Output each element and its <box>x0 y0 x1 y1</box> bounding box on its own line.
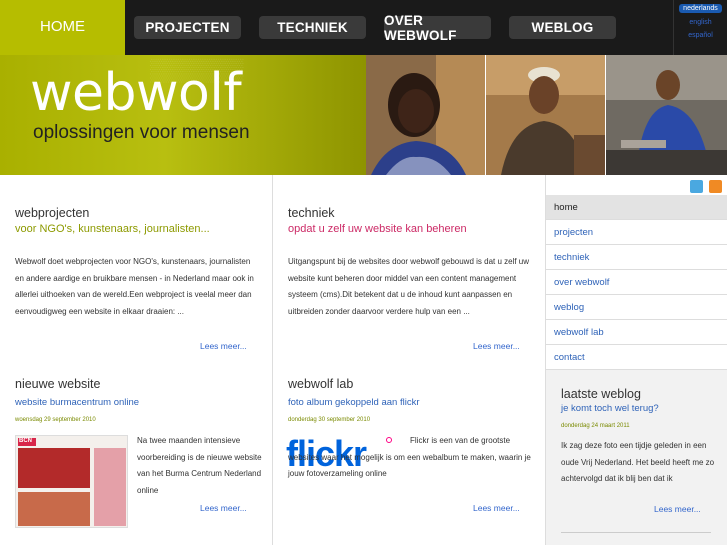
banner-photo-man <box>486 55 605 175</box>
section-subtitle-techniek: opdat u zelf uw website kan beheren <box>288 223 467 235</box>
section-subtitle-webwolf-lab[interactable]: foto album gekoppeld aan flickr <box>288 397 420 408</box>
sidebar-item-webwolf-lab[interactable]: webwolf lab <box>546 320 727 345</box>
read-more-link-webwolf-lab[interactable]: Lees meer... <box>473 503 520 513</box>
post-date: donderdag 30 september 2010 <box>288 417 371 423</box>
rss-icon[interactable] <box>709 180 722 193</box>
sidebar-item-home[interactable]: home <box>546 195 727 220</box>
header-banner: ▒▒▒▒▒▒ webwolf oplossingen voor mensen <box>0 55 727 175</box>
section-subtitle-nieuwe-website[interactable]: website burmacentrum online <box>15 397 139 408</box>
burma-centrum-thumbnail[interactable]: BCN <box>15 435 128 528</box>
twitter-icon[interactable] <box>690 180 703 193</box>
section-body-nieuwe-website: Na twee maanden intensieve voorbereiding… <box>137 436 262 495</box>
lang-espanol[interactable]: español <box>674 32 727 39</box>
weblog-title: laatste weblog <box>561 387 641 401</box>
sidebar-item-weblog[interactable]: weblog <box>546 295 727 320</box>
language-selector: nederlands english español <box>673 0 727 55</box>
post-date: woensdag 29 september 2010 <box>15 417 96 423</box>
top-navigation: HOME PROJECTEN TECHNIEK OVER WEBWOLF WEB… <box>0 0 727 55</box>
read-more-link-nieuwe-website[interactable]: Lees meer... <box>200 503 247 513</box>
site-tagline: oplossingen voor mensen <box>33 122 250 143</box>
section-body-techniek: Uitgangspunt bij de websites door webwol… <box>288 257 530 316</box>
sidebar-item-contact[interactable]: contact <box>546 345 727 370</box>
section-title-techniek: techniek <box>288 206 335 220</box>
section-title-nieuwe-website: nieuwe website <box>15 377 101 391</box>
nav-projecten[interactable]: PROJECTEN <box>134 16 241 39</box>
lang-english[interactable]: english <box>674 19 727 26</box>
read-more-link-techniek[interactable]: Lees meer... <box>473 341 520 351</box>
nav-techniek[interactable]: TECHNIEK <box>259 16 366 39</box>
section-body-webprojecten: Webwolf doet webprojecten voor NGO's, ku… <box>15 257 254 316</box>
divider <box>561 532 711 533</box>
thumbnail-sidebar <box>94 448 126 526</box>
column-techniek: techniek opdat u zelf uw website kan beh… <box>273 175 546 545</box>
bcn-logo: BCN <box>18 438 36 446</box>
section-body-webwolf-lab: Flickr is een van de grootste websites w… <box>288 436 531 478</box>
sidebar-item-techniek[interactable]: techniek <box>546 245 727 270</box>
read-more-link-webprojecten[interactable]: Lees meer... <box>200 341 247 351</box>
site-logo[interactable]: webwolf <box>30 63 242 123</box>
sidebar: home projecten techniek over webwolf web… <box>546 175 727 545</box>
latest-weblog-box: laatste weblog je komt toch wel terug? d… <box>546 370 727 545</box>
weblog-date: donderdag 24 maart 2011 <box>561 423 630 429</box>
weblog-subtitle[interactable]: je komt toch wel terug? <box>561 403 659 414</box>
thumbnail-photo <box>18 448 90 488</box>
sidebar-item-projecten[interactable]: projecten <box>546 220 727 245</box>
banner-photo-woman <box>366 55 485 175</box>
brand-panel: ▒▒▒▒▒▒ webwolf oplossingen voor mensen <box>0 55 366 175</box>
weblog-body: Ik zag deze foto een tijdje geleden in e… <box>561 441 715 483</box>
nav-weblog[interactable]: WEBLOG <box>509 16 616 39</box>
thumbnail-photo-2 <box>18 492 90 526</box>
sidebar-item-over-webwolf[interactable]: over webwolf <box>546 270 727 295</box>
section-title-webprojecten: webprojecten <box>15 206 90 220</box>
nav-over-webwolf[interactable]: OVER WEBWOLF <box>384 13 491 43</box>
banner-photo-worker <box>606 55 727 175</box>
nav-home[interactable]: HOME <box>0 0 125 55</box>
section-title-webwolf-lab: webwolf lab <box>288 377 354 391</box>
column-projects: webprojecten voor NGO's, kunstenaars, jo… <box>0 175 273 545</box>
read-more-link-weblog[interactable]: Lees meer... <box>654 504 701 514</box>
section-subtitle-webprojecten: voor NGO's, kunstenaars, journalisten... <box>15 223 210 235</box>
lang-nederlands[interactable]: nederlands <box>679 4 722 13</box>
